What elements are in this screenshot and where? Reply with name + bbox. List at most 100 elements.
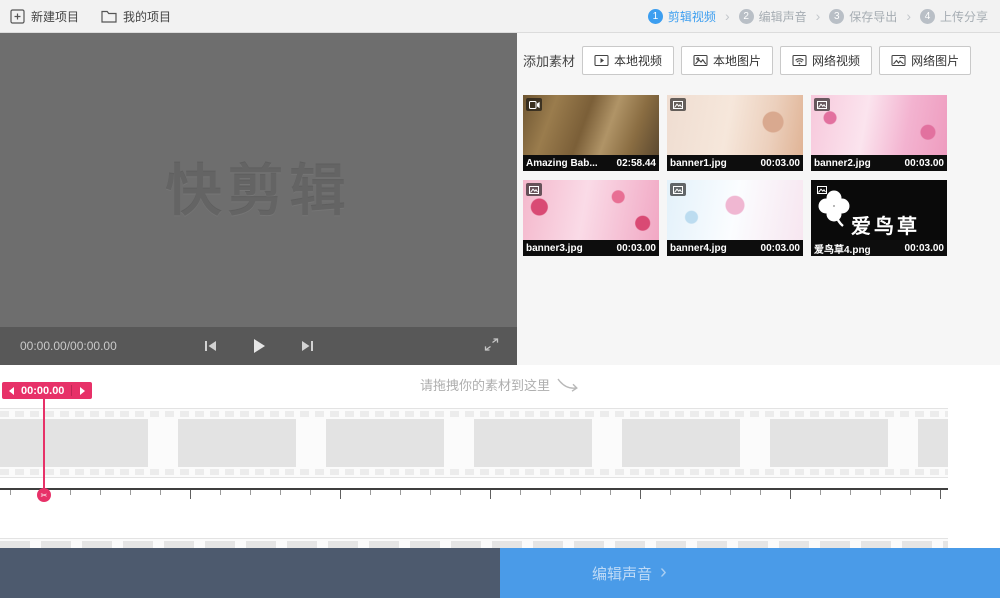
- preview-controls-bar: 00:00.00/00:00.00: [0, 327, 517, 365]
- play-button[interactable]: [250, 336, 268, 356]
- ruler-major-ticks: [40, 490, 948, 499]
- badge-divider: [71, 385, 73, 396]
- next-step-button[interactable]: 编辑声音 ›: [500, 548, 1000, 598]
- thumbnail-image: [667, 180, 803, 240]
- new-project-label: 新建项目: [31, 9, 80, 24]
- step-edit-audio[interactable]: 2 编辑声音: [738, 8, 807, 25]
- web-image-button[interactable]: 网络图片: [879, 46, 972, 75]
- step-4-label: 上传分享: [939, 9, 988, 24]
- my-projects-label: 我的项目: [123, 9, 172, 24]
- image-type-icon: [814, 98, 830, 111]
- media-filename: banner3.jpg: [526, 242, 583, 254]
- media-item-banner1[interactable]: banner1.jpg 00:03.00: [667, 95, 803, 171]
- step-edit-video[interactable]: 1 剪辑视频: [647, 8, 716, 25]
- clover-icon: [818, 190, 850, 227]
- add-material-toolbar: 添加素材 本地视频 本地图片 网络视频 网络图片: [517, 33, 1000, 75]
- media-filename: 爱鸟草4.png: [814, 244, 871, 256]
- drop-hint: 请拖拽你的素材到这里: [0, 375, 1000, 394]
- media-duration: 00:03.00: [616, 242, 656, 254]
- thumbnail-label-bar: 爱鸟草4.png 00:03.00: [811, 240, 947, 256]
- play-icon: [253, 339, 265, 353]
- my-projects-button[interactable]: 我的项目: [101, 8, 171, 25]
- step-upload-share[interactable]: 4 上传分享: [919, 8, 988, 25]
- add-material-label: 添加素材: [523, 54, 576, 69]
- new-project-icon: [10, 8, 25, 24]
- video-track-frames: [0, 419, 948, 467]
- playhead-time-badge[interactable]: 00:00.00: [2, 382, 93, 399]
- timecode-display: 00:00.00/00:00.00: [20, 339, 117, 353]
- playhead-time: 00:00.00: [21, 384, 65, 397]
- media-item-banner2[interactable]: banner2.jpg 00:03.00: [811, 95, 947, 171]
- web-video-button[interactable]: 网络视频: [780, 46, 873, 75]
- watermark-logo: 快剪辑: [165, 159, 352, 222]
- media-duration: 00:03.00: [904, 242, 944, 254]
- web-image-icon: [891, 54, 906, 67]
- topbar: 新建项目 我的项目 1 剪辑视频 › 2 编辑声音 › 3 保存导出 › 4 上…: [0, 0, 1000, 33]
- skip-to-end-button[interactable]: [298, 338, 316, 354]
- media-filename: Amazing Bab...: [526, 157, 598, 169]
- thumbnail-label-bar: Amazing Bab... 02:58.44: [523, 155, 659, 171]
- media-duration: 00:03.00: [760, 157, 800, 169]
- local-image-label: 本地图片: [713, 54, 762, 68]
- step-save-export[interactable]: 3 保存导出: [829, 8, 897, 25]
- folder-icon: [101, 10, 117, 23]
- step-2-badge: 2: [738, 8, 754, 24]
- thumbnail-image: 爱鸟草: [811, 180, 947, 240]
- local-image-button[interactable]: 本地图片: [681, 46, 774, 75]
- thumbnail-overlay-text: 爱鸟草: [851, 216, 920, 238]
- media-filename: banner2.jpg: [814, 157, 871, 169]
- web-image-label: 网络图片: [911, 54, 960, 68]
- media-item-banner4[interactable]: banner4.jpg 00:03.00: [667, 180, 803, 256]
- transport-controls: [202, 336, 316, 356]
- media-duration: 00:03.00: [904, 157, 944, 169]
- step-4-badge: 4: [919, 8, 935, 24]
- app-window: 新建项目 我的项目 1 剪辑视频 › 2 编辑声音 › 3 保存导出 › 4 上…: [0, 0, 1000, 598]
- skip-to-start-icon: [204, 341, 216, 351]
- curved-arrow-down-right-icon: [557, 378, 578, 392]
- thumbnail-image: [667, 95, 803, 155]
- image-type-icon: [526, 183, 542, 196]
- step-back-icon: [9, 386, 14, 395]
- new-project-button[interactable]: 新建项目: [10, 8, 79, 25]
- web-video-label: 网络视频: [812, 54, 861, 68]
- thumbnail-label-bar: banner3.jpg 00:03.00: [523, 240, 659, 256]
- image-type-icon: [670, 183, 686, 196]
- thumbnail-image: [523, 180, 659, 240]
- next-step-content: 编辑声音 ›: [592, 548, 667, 598]
- step-3-badge: 3: [829, 8, 845, 24]
- media-item-ainiaocao[interactable]: 爱鸟草 爱鸟草4.png 00:03.00: [811, 180, 947, 256]
- media-duration: 02:58.44: [616, 157, 656, 169]
- drop-hint-text: 请拖拽你的素材到这里: [419, 378, 550, 393]
- media-item-banner3[interactable]: banner3.jpg 00:03.00: [523, 180, 659, 256]
- media-duration: 00:03.00: [760, 242, 800, 254]
- image-type-icon: [670, 98, 686, 111]
- next-step-label: 编辑声音: [592, 565, 653, 583]
- audio-track[interactable]: [0, 538, 948, 548]
- step-1-label: 剪辑视频: [667, 9, 716, 24]
- step-3-label: 保存导出: [849, 9, 898, 24]
- video-preview-panel: 快剪辑 00:00.00/00:00.00: [0, 33, 517, 365]
- thumbnail-image: [811, 95, 947, 155]
- fullscreen-button[interactable]: [482, 336, 501, 356]
- media-filename: banner4.jpg: [670, 242, 727, 254]
- playhead-knob[interactable]: ✂: [37, 488, 51, 502]
- step-forward-icon: [80, 386, 86, 395]
- timeline-panel: 请拖拽你的素材到这里 00:00.00 ✂: [0, 365, 1000, 548]
- thumbnail-image: [523, 95, 659, 155]
- chevron-right-icon: ›: [660, 561, 667, 583]
- playhead-line[interactable]: [43, 399, 45, 495]
- fullscreen-expand-icon: [484, 338, 499, 351]
- bottom-bar-left: [0, 548, 500, 598]
- media-filename: banner1.jpg: [670, 157, 727, 169]
- media-item-amazing-baby[interactable]: Amazing Bab... 02:58.44: [523, 95, 659, 171]
- step-2-label: 编辑声音: [758, 9, 807, 24]
- local-video-icon: [594, 54, 609, 67]
- local-video-button[interactable]: 本地视频: [582, 46, 675, 75]
- workflow-steps: 1 剪辑视频 › 2 编辑声音 › 3 保存导出 › 4 上传分享: [647, 8, 988, 25]
- skip-to-end-icon: [301, 341, 313, 351]
- local-image-icon: [693, 54, 708, 67]
- skip-to-start-button[interactable]: [202, 338, 220, 354]
- video-track[interactable]: [0, 408, 948, 478]
- chevron-right-icon: ›: [815, 8, 821, 24]
- scissors-icon: ✂: [40, 490, 48, 500]
